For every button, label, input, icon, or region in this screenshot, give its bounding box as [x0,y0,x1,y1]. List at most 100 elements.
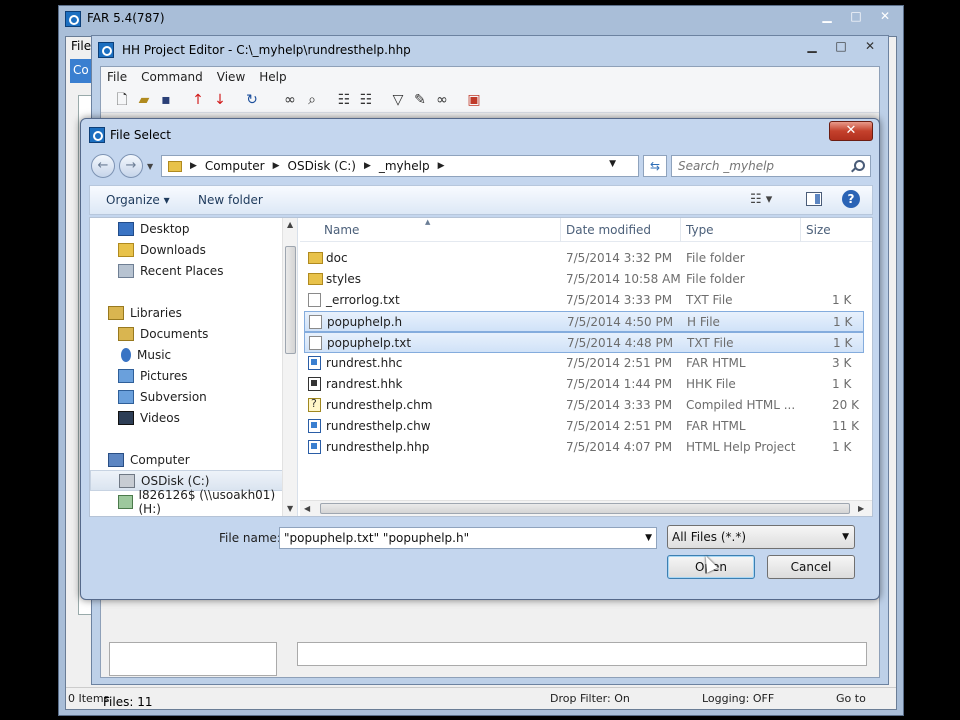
breadcrumb-myhelp[interactable]: _myhelp [379,159,430,173]
nav-scroll-thumb[interactable] [285,246,296,354]
address-bar[interactable]: ▶ Computer ▶ OSDisk (C:) ▶ _myhelp ▶ ▼ [161,155,639,177]
file-list-horizontal-scrollbar[interactable]: ◀ ▶ [300,500,872,516]
recent-locations-chevron-icon[interactable]: ▼ [147,162,153,171]
file-row[interactable]: randrest.hhk 7/5/2014 1:44 PM HHK File 1 K [304,374,864,395]
file-chm-icon [308,397,321,412]
file-name-dropdown-icon[interactable]: ▼ [645,533,652,543]
file-row[interactable]: rundresthelp.chm 7/5/2014 3:33 PM Compiled… [304,395,864,416]
file-name-input[interactable] [284,531,634,545]
file-type-dropdown-icon[interactable]: ▼ [842,532,849,542]
breadcrumb-separator-icon[interactable]: ▶ [438,161,445,171]
hh-close-button[interactable]: ✕ [856,38,884,56]
nav-item-music[interactable]: Music [90,344,284,365]
far-goto[interactable]: Go to [836,692,866,705]
change-view-icon[interactable]: ☷ ▾ [750,192,772,207]
hh-menu-view[interactable]: View [217,70,245,84]
nav-item-desktop[interactable]: Desktop [90,218,284,239]
search-input[interactable] [678,159,848,173]
column-date-modified[interactable]: Date modified [566,223,651,237]
column-name[interactable]: Name [324,223,359,237]
move-down-icon[interactable]: ↓ [211,91,229,109]
search-icon[interactable] [854,160,865,171]
nav-item-videos[interactable]: Videos [90,407,284,428]
breadcrumb-computer[interactable]: Computer [205,159,265,173]
tree-icon[interactable]: ☷ [335,91,353,109]
hh-minimize-button[interactable]: ▁ [798,38,826,56]
nav-item-pictures[interactable]: Pictures [90,365,284,386]
back-arrow-icon[interactable]: ← [91,154,115,178]
nav-item-downloads[interactable]: Downloads [90,239,284,260]
glasses-icon[interactable]: ∞ [433,91,451,109]
file-name: _errorlog.txt [326,293,400,307]
hh-maximize-button[interactable]: □ [827,38,855,56]
breadcrumb-separator-icon[interactable]: ▶ [364,161,371,171]
nav-item-documents[interactable]: Documents [90,323,284,344]
help-icon[interactable]: ? [842,190,860,208]
file-list-scroll-thumb[interactable] [320,503,850,514]
column-type[interactable]: Type [686,223,714,237]
organize-button[interactable]: Organize ▾ [106,193,170,207]
open-folder-icon[interactable]: ▰ [135,91,153,109]
move-up-icon[interactable]: ↑ [189,91,207,109]
hh-menu-command[interactable]: Command [141,70,203,84]
far-logging[interactable]: Logging: OFF [702,692,774,705]
dialog-title: File Select [110,128,171,142]
file-row[interactable]: rundresthelp.chw 7/5/2014 2:51 PM FAR HTML… [304,416,864,437]
nav-pane-scrollbar[interactable]: ▲ ▼ [282,218,297,516]
tree-expand-icon[interactable]: ☷ [357,91,375,109]
nav-item-network-drive[interactable]: I826126$ (\\usoakh01) (H:) [90,488,284,516]
new-file-icon[interactable]: 🗋 [113,91,131,109]
file-row[interactable]: _errorlog.txt 7/5/2014 3:33 PM TXT File 1 K [304,290,864,311]
file-row[interactable]: styles 7/5/2014 10:58 AM File folder [304,269,864,290]
file-size: 20 K [832,398,859,412]
file-row[interactable]: doc 7/5/2014 3:32 PM File folder [304,248,864,269]
filter-icon[interactable]: ▽ [389,91,407,109]
column-divider[interactable] [680,218,681,242]
breadcrumb-separator-icon[interactable]: ▶ [190,161,197,171]
far-minimize-button[interactable]: ▁ [813,8,841,26]
column-divider[interactable] [560,218,561,242]
far-menu-file[interactable]: File [71,39,91,53]
forward-arrow-icon[interactable]: → [119,154,143,178]
binoculars-icon[interactable]: ∞ [281,91,299,109]
refresh-icon[interactable]: ⇆ [643,155,667,177]
column-size[interactable]: Size [806,223,831,237]
nav-item-recent-places[interactable]: Recent Places [90,260,284,281]
file-row[interactable]: rundrest.hhc 7/5/2014 2:51 PM FAR HTML 3 K [304,353,864,374]
edit-icon[interactable]: ✎ [411,91,429,109]
column-header-row: ▲ Name Date modified Type Size [300,218,872,242]
file-row[interactable]: popuphelp.h 7/5/2014 4:50 PM H File 1 K [304,311,864,332]
column-divider[interactable] [800,218,801,242]
nav-item-computer[interactable]: Computer [90,449,284,470]
file-name-combobox[interactable]: ▼ [279,527,657,549]
hh-files-count: Files: 11 [103,695,153,709]
nav-item-subversion[interactable]: Subversion [90,386,284,407]
breadcrumb-separator-icon[interactable]: ▶ [273,161,280,171]
new-folder-button[interactable]: New folder [198,193,263,207]
refresh-icon[interactable]: ↻ [243,91,261,109]
breadcrumb-osdisk[interactable]: OSDisk (C:) [288,159,356,173]
address-dropdown-icon[interactable]: ▼ [609,159,616,169]
hh-menu-bar: File Command View Help [101,67,879,87]
far-maximize-button[interactable]: □ [842,8,870,26]
file-row[interactable]: rundresthelp.hhp 7/5/2014 4:07 PM HTML Hel… [304,437,864,458]
save-icon[interactable]: ▪ [157,91,175,109]
compile-icon[interactable]: ▣ [465,91,483,109]
far-drop-filter[interactable]: Drop Filter: On [550,692,630,705]
nav-item-libraries[interactable]: Libraries [90,302,284,323]
file-type-select[interactable]: All Files (*.*) ▼ [667,525,855,549]
dialog-close-button[interactable]: ✕ [829,121,873,141]
hh-menu-file[interactable]: File [107,70,127,84]
scroll-down-arrow-icon[interactable]: ▼ [287,504,293,513]
file-date-modified: 7/5/2014 3:32 PM [566,251,673,265]
scroll-left-arrow-icon[interactable]: ◀ [304,504,310,513]
scroll-up-arrow-icon[interactable]: ▲ [287,220,293,229]
find-icon[interactable]: ⌕ [303,91,321,109]
cancel-button[interactable]: Cancel [767,555,855,579]
search-box[interactable] [671,155,871,177]
hh-menu-help[interactable]: Help [259,70,286,84]
preview-pane-icon[interactable] [806,192,822,206]
scroll-right-arrow-icon[interactable]: ▶ [858,504,864,513]
file-row[interactable]: popuphelp.txt 7/5/2014 4:48 PM TXT File 1 K [304,332,864,353]
far-close-button[interactable]: ✕ [871,8,899,26]
